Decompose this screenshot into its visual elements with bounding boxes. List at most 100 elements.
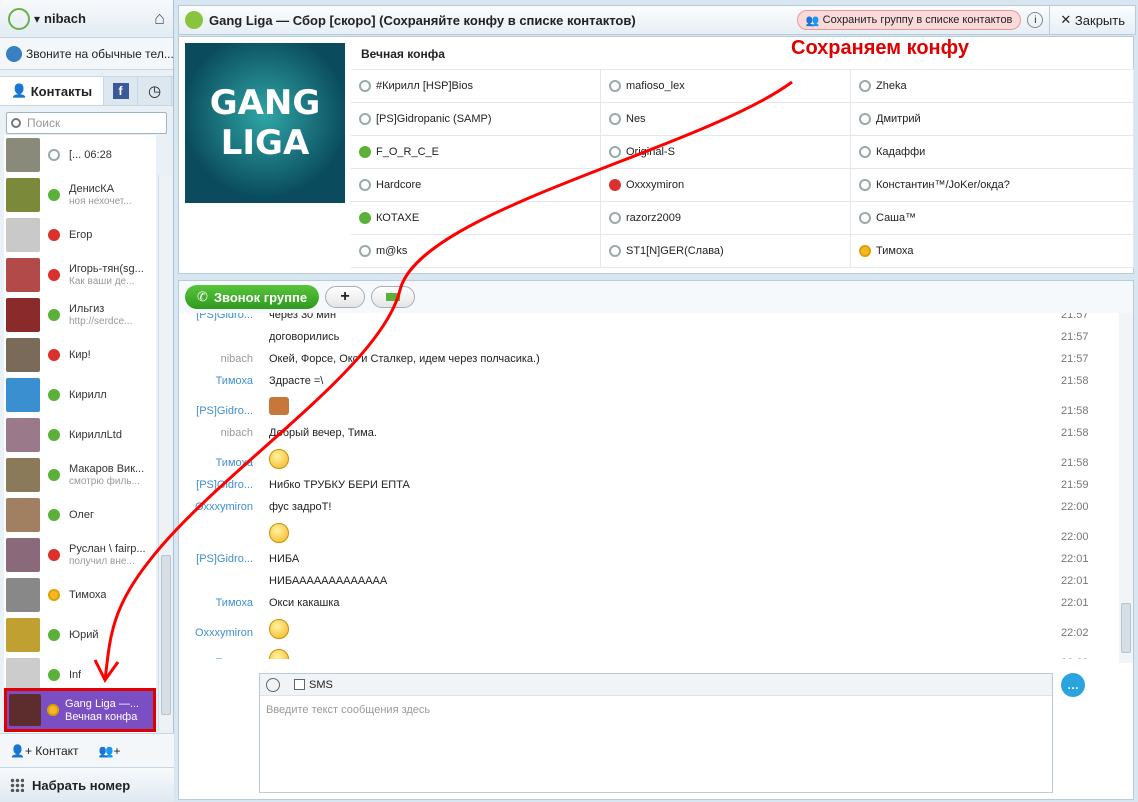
contact-item[interactable]: КириллLtd [4, 415, 156, 455]
message-row: Тимоха Окси какашка 22:01 [179, 593, 1119, 615]
message-author[interactable]: Oxxxymiron [179, 627, 253, 639]
contact-item[interactable]: Игорь-тян(sg... Как ваши де... [4, 255, 156, 295]
contact-item[interactable]: [... 06:28 [4, 135, 156, 175]
message-time: 21:57 [1061, 313, 1089, 321]
call-phones-link[interactable]: Звоните на обычные тел... [0, 38, 173, 70]
profile-bar: ▾ nibach ⌂ [0, 0, 173, 38]
contact-item[interactable]: Егор [4, 215, 156, 255]
message-time: 22:00 [1061, 531, 1089, 543]
member-item[interactable]: #Кирилл [HSP]Bios [351, 70, 601, 103]
message-author[interactable]: [PS]Gidro... [179, 553, 253, 565]
scroll-thumb[interactable] [161, 555, 171, 715]
facebook-icon: f [112, 83, 129, 99]
member-item[interactable]: Кадаффи [851, 136, 1134, 169]
message-author[interactable]: [PS]Gidro... [179, 405, 253, 417]
member-item[interactable]: Original-S [601, 136, 851, 169]
avatar [6, 498, 40, 532]
member-item[interactable]: m@ks [351, 235, 601, 268]
contact-item[interactable]: Ильгиз http://serdce... [4, 295, 156, 335]
member-grid: #Кирилл [HSP]Bios mafioso_lex Zheka [PS]Gid… [351, 69, 1134, 268]
message-scrollbar[interactable] [1119, 313, 1133, 663]
member-item[interactable]: Дмитрий [851, 103, 1134, 136]
contact-scrollbar[interactable] [158, 175, 172, 730]
message-author[interactable]: Oxxxymiron [179, 501, 253, 513]
avatar [6, 138, 40, 172]
member-item[interactable]: Константин™/JoKer/окда? [851, 169, 1134, 202]
status-icon [48, 349, 60, 361]
contact-item[interactable]: Руслан \ fairp... получил вне... [4, 535, 156, 575]
member-name: КОТАХЕ [376, 212, 420, 224]
message-author[interactable]: [PS]Gidro... [179, 479, 253, 491]
message-input-box[interactable]: SMS Введите текст сообщения здесь [259, 673, 1053, 793]
message-author[interactable]: nibach [179, 427, 253, 439]
tab-facebook[interactable]: f [104, 77, 138, 105]
tab-recent[interactable]: ◷ [138, 77, 172, 105]
status-icon [48, 629, 60, 641]
input-toolbar: SMS [260, 674, 1052, 696]
contact-item[interactable]: Тимоха [4, 575, 156, 615]
contact-name: Макаров Вик... [69, 463, 145, 475]
avatar [6, 658, 40, 692]
member-item[interactable]: Hardcore [351, 169, 601, 202]
contact-item[interactable]: Макаров Вик... смотрю филь... [4, 455, 156, 495]
status-icon [48, 269, 60, 281]
member-item[interactable]: F_O_R_C_E [351, 136, 601, 169]
save-group-button[interactable]: 👥 Сохранить группу в списке контактов [796, 10, 1022, 30]
dial-button[interactable]: Набрать номер [0, 767, 174, 802]
message-author[interactable]: Тимоха [179, 457, 253, 469]
message-row: nibach Окей, Форсе, Окс и Сталкер, идем ч… [179, 349, 1119, 371]
sms-label: SMS [309, 678, 333, 691]
contact-item[interactable]: ДенисКА ноя нехочет... [4, 175, 156, 215]
status-icon [359, 113, 371, 125]
emoticon-icon[interactable] [266, 677, 280, 692]
send-button[interactable]: … [1061, 673, 1085, 697]
contact-item[interactable]: Олег [4, 495, 156, 535]
close-icon: ✕ [1060, 12, 1075, 27]
chevron-down-icon[interactable]: ▾ [34, 12, 40, 26]
member-item[interactable]: Nes [601, 103, 851, 136]
member-item[interactable]: razorz2009 [601, 202, 851, 235]
member-item[interactable]: Тимоха [851, 235, 1134, 268]
close-button[interactable]: ✕ Закрыть [1049, 5, 1135, 35]
signal-button[interactable] [371, 286, 416, 308]
call-group-button[interactable]: ✆ Звонок группе [185, 285, 320, 309]
member-item[interactable]: mafioso_lex [601, 70, 851, 103]
message-time: 21:58 [1061, 457, 1089, 469]
username[interactable]: nibach [44, 11, 154, 26]
message-author[interactable]: nibach [179, 353, 253, 365]
member-item[interactable]: Zheka [851, 70, 1134, 103]
member-item[interactable]: Саша™ [851, 202, 1134, 235]
skype-status-icon[interactable] [8, 7, 30, 30]
member-item[interactable]: Oxxxymiron [601, 169, 851, 202]
contact-name: ДенисКА [69, 183, 115, 195]
add-group-button[interactable]: 👥+ [89, 744, 131, 758]
scroll-thumb[interactable] [1121, 603, 1131, 653]
contact-name: Кир! [69, 348, 91, 361]
message-author[interactable]: [PS]Gidro... [179, 313, 253, 321]
tab-contacts[interactable]: 👤 Контакты [0, 77, 104, 105]
contact-item[interactable]: Кирилл [4, 375, 156, 415]
add-contact-button[interactable]: 👤+ Контакт [0, 744, 89, 758]
member-item[interactable]: КОТАХЕ [351, 202, 601, 235]
message-time: 22:01 [1061, 553, 1089, 565]
avatar [6, 298, 40, 332]
message-row: Oxxxymiron фус задроТ! 22:00 [179, 497, 1119, 519]
home-icon[interactable]: ⌂ [154, 8, 165, 29]
message-author[interactable]: Тимоха [179, 657, 253, 659]
search-input[interactable]: Поиск [6, 112, 167, 134]
member-item[interactable]: ST1[N]GER(Слава) [601, 235, 851, 268]
chat-panel: ✆ Звонок группе + [PS]Gidro... через 30 ми… [178, 280, 1134, 800]
member-item[interactable]: [PS]Gidropanic (SAMP) [351, 103, 601, 136]
message-author[interactable]: Тимоха [179, 597, 253, 609]
contact-item[interactable]: Юрий [4, 615, 156, 655]
contact-item[interactable]: Кир! [4, 335, 156, 375]
sms-checkbox[interactable] [294, 679, 305, 690]
selected-contact-group[interactable]: Gang Liga —... Вечная конфа [4, 688, 156, 732]
group-panel: GANG LIGA Вечная конфа Сохраняем конфу #… [178, 36, 1134, 274]
info-icon[interactable]: i [1027, 12, 1044, 28]
add-button[interactable]: + [325, 286, 366, 308]
message-input[interactable]: Введите текст сообщения здесь [260, 696, 1052, 724]
message-time: 22:02 [1061, 657, 1089, 659]
contact-name: Руслан \ fairp... [69, 543, 146, 555]
message-author[interactable]: Тимоха [179, 375, 253, 387]
